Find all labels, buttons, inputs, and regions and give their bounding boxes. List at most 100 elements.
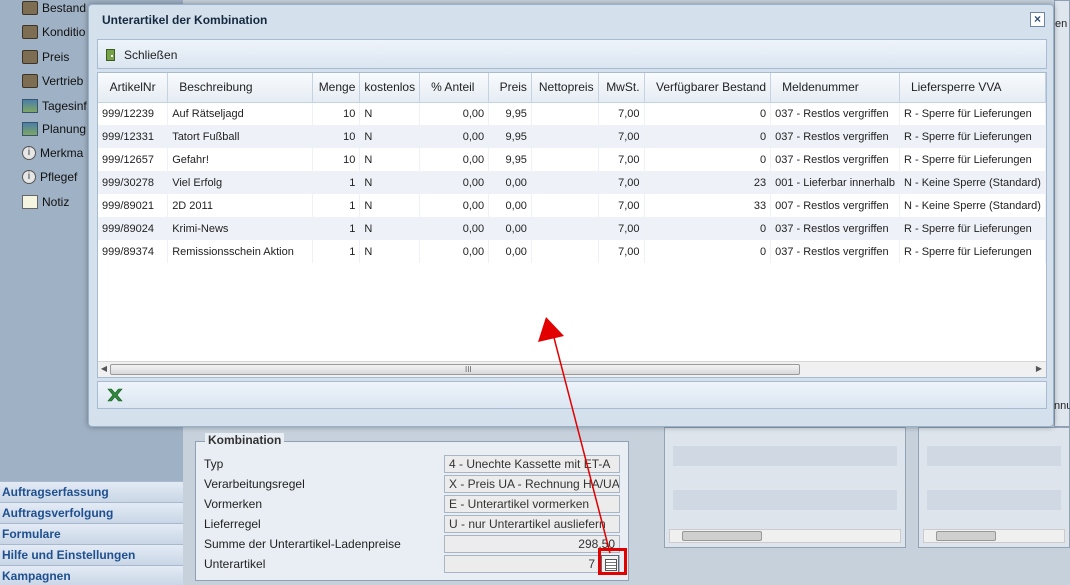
list-row — [927, 446, 1061, 466]
sidebar-item-label: Preis — [42, 50, 70, 64]
sidebar-item-tagesinfo[interactable]: Tagesinf — [22, 94, 87, 118]
table-cell: 0,00 — [488, 194, 532, 217]
table-cell: 999/89374 — [98, 240, 169, 263]
table-cell: 10 — [312, 125, 361, 148]
table-cell: 1 — [312, 194, 361, 217]
scrollbar-thumb[interactable]: III — [110, 364, 800, 375]
column-header-kostenlos[interactable]: kostenlos — [359, 73, 421, 103]
sidebar-item-label: Tagesinf — [42, 99, 87, 113]
box-icon — [22, 1, 38, 15]
accordion-auftragsverfolgung[interactable]: Auftragsverfolgung — [0, 502, 183, 523]
close-icon[interactable]: × — [1030, 12, 1045, 27]
schliessen-button[interactable]: Schließen — [106, 46, 177, 64]
table-cell: 037 - Restlos vergriffen — [770, 217, 900, 240]
sidebar-item-pflegefelder[interactable]: i Pflegef — [22, 165, 77, 189]
verarbeitungsregel-label: Verarbeitungsregel — [204, 477, 305, 491]
list-row — [673, 490, 897, 510]
excel-export-icon[interactable] — [107, 388, 123, 402]
table-cell: 001 - Lieferbar innerhalb — [770, 171, 900, 194]
image-icon — [22, 99, 38, 113]
unterartikel-dialog: Unterartikel der Kombination × Schließen… — [88, 4, 1054, 427]
table-cell: 7,00 — [598, 240, 645, 263]
table-cell: Krimi-News — [167, 217, 313, 240]
kombination-legend: Kombination — [205, 433, 285, 447]
sidebar-item-label: Pflegef — [40, 170, 78, 184]
scrollbar-grip: III — [465, 365, 472, 374]
vormerken-field[interactable]: E - Unterartikel vormerken — [444, 495, 620, 513]
table-cell: 1 — [312, 171, 361, 194]
typ-field[interactable]: 4 - Unechte Kassette mit ET-A — [444, 455, 620, 473]
table-cell: N — [359, 240, 421, 263]
table-header-row: ArtikelNr Beschreibung Menge kostenlos %… — [98, 73, 1046, 103]
table-cell — [531, 217, 599, 240]
table-cell: Remissionsschein Aktion — [167, 240, 313, 263]
sidebar-item-merkmale[interactable]: i Merkma — [22, 141, 83, 165]
sidebar-item-label: Vertrieb — [42, 74, 84, 88]
table-row[interactable]: 999/12331 Tatort Fußball 10 N 0,00 9,95 7,00 0 0… — [98, 125, 1046, 148]
table-cell: 999/89021 — [98, 194, 169, 217]
table-cell — [531, 240, 599, 263]
table-cell: R - Sperre für Lieferungen — [899, 102, 1046, 125]
scroll-left-arrow-icon[interactable]: ◀ — [99, 364, 109, 374]
sidebar-item-label: Planung — [42, 122, 87, 136]
table-cell: R - Sperre für Lieferungen — [899, 125, 1046, 148]
accordion-kampagnen[interactable]: Kampagnen — [0, 565, 183, 585]
table-cell: 1 — [312, 240, 361, 263]
table-cell: 0,00 — [488, 217, 532, 240]
sidebar-item-preis[interactable]: Preis — [22, 45, 69, 69]
column-header-preis[interactable]: Preis — [488, 73, 532, 103]
table-body: 999/12239 Auf Rätseljagd 10 N 0,00 9,95 7,00 0 0… — [98, 102, 1046, 263]
table-cell: Tatort Fußball — [167, 125, 313, 148]
column-header-beschreibung[interactable]: Beschreibung — [167, 73, 313, 103]
lieferregel-field[interactable]: U - nur Unterartikel ausliefern — [444, 515, 620, 533]
verarbeitungsregel-field[interactable]: X - Preis UA - Rechnung HA/UA — [444, 475, 620, 493]
column-header-nettopreis[interactable]: Nettopreis — [531, 73, 599, 103]
sidebar-item-konditionen[interactable]: Konditio — [22, 20, 85, 44]
sidebar-item-label: Notiz — [42, 195, 70, 209]
dialog-title: Unterartikel der Kombination — [102, 13, 268, 27]
accordion-formulare[interactable]: Formulare — [0, 523, 183, 544]
table-cell — [531, 148, 599, 171]
column-header-meldenummer[interactable]: Meldenummer — [770, 73, 900, 103]
sidebar-item-vertrieb[interactable]: Vertrieb — [22, 69, 83, 93]
column-header-verfuegbarer-bestand[interactable]: Verfügbarer Bestand — [644, 73, 772, 103]
horizontal-scrollbar[interactable]: ◀ III ▶ — [98, 361, 1046, 377]
scrollbar[interactable] — [923, 529, 1065, 543]
vormerken-label: Vormerken — [204, 497, 263, 511]
column-header-artikelnr[interactable]: ArtikelNr — [98, 73, 169, 103]
table-row[interactable]: 999/89024 Krimi-News 1 N 0,00 0,00 7,00 0 037 - … — [98, 217, 1046, 240]
scrollbar-thumb[interactable] — [682, 531, 762, 541]
table-row[interactable]: 999/89021 2D 2011 1 N 0,00 0,00 7,00 33 007 - Re… — [98, 194, 1046, 217]
table-cell: N — [359, 171, 421, 194]
table-row[interactable]: 999/89374 Remissionsschein Aktion 1 N 0,00 0,… — [98, 240, 1046, 263]
column-header-mwst[interactable]: MwSt. — [598, 73, 645, 103]
table-cell: 0,00 — [419, 102, 490, 125]
column-header-menge[interactable]: Menge — [312, 73, 361, 103]
table-cell: 0,00 — [419, 148, 490, 171]
table-row[interactable]: 999/12239 Auf Rätseljagd 10 N 0,00 9,95 7,00 0 0… — [98, 102, 1046, 125]
table-cell — [531, 125, 599, 148]
table-cell: 0,00 — [419, 240, 490, 263]
table-row[interactable]: 999/12657 Gefahr! 10 N 0,00 9,95 7,00 0 037 - Re… — [98, 148, 1046, 171]
accordion-hilfe-einstellungen[interactable]: Hilfe und Einstellungen — [0, 544, 183, 565]
sidebar-item-notiz[interactable]: Notiz — [22, 190, 69, 214]
scrollbar[interactable] — [669, 529, 901, 543]
column-header-liefersperre[interactable]: Liefersperre VVA — [899, 73, 1046, 103]
column-header-anteil[interactable]: % Anteil — [419, 73, 490, 103]
table-row[interactable]: 999/30278 Viel Erfolg 1 N 0,00 0,00 7,00 23 001 … — [98, 171, 1046, 194]
scrollbar-thumb[interactable] — [936, 531, 996, 541]
box-icon — [22, 74, 38, 88]
accordion-auftragserfassung[interactable]: Auftragserfassung — [0, 481, 183, 502]
table-cell: 2D 2011 — [167, 194, 313, 217]
table-cell: 0,00 — [419, 125, 490, 148]
table-cell: Gefahr! — [167, 148, 313, 171]
table-cell: 999/12657 — [98, 148, 169, 171]
sidebar-item-planung[interactable]: Planung — [22, 117, 86, 141]
table-cell: 9,95 — [488, 102, 532, 125]
table-cell: Viel Erfolg — [167, 171, 313, 194]
unterartikel-label: Unterartikel — [204, 557, 266, 571]
sidebar-item-bestand[interactable]: Bestand — [22, 0, 86, 20]
image-icon — [22, 122, 38, 136]
scroll-right-arrow-icon[interactable]: ▶ — [1034, 364, 1044, 374]
table-cell — [531, 171, 599, 194]
